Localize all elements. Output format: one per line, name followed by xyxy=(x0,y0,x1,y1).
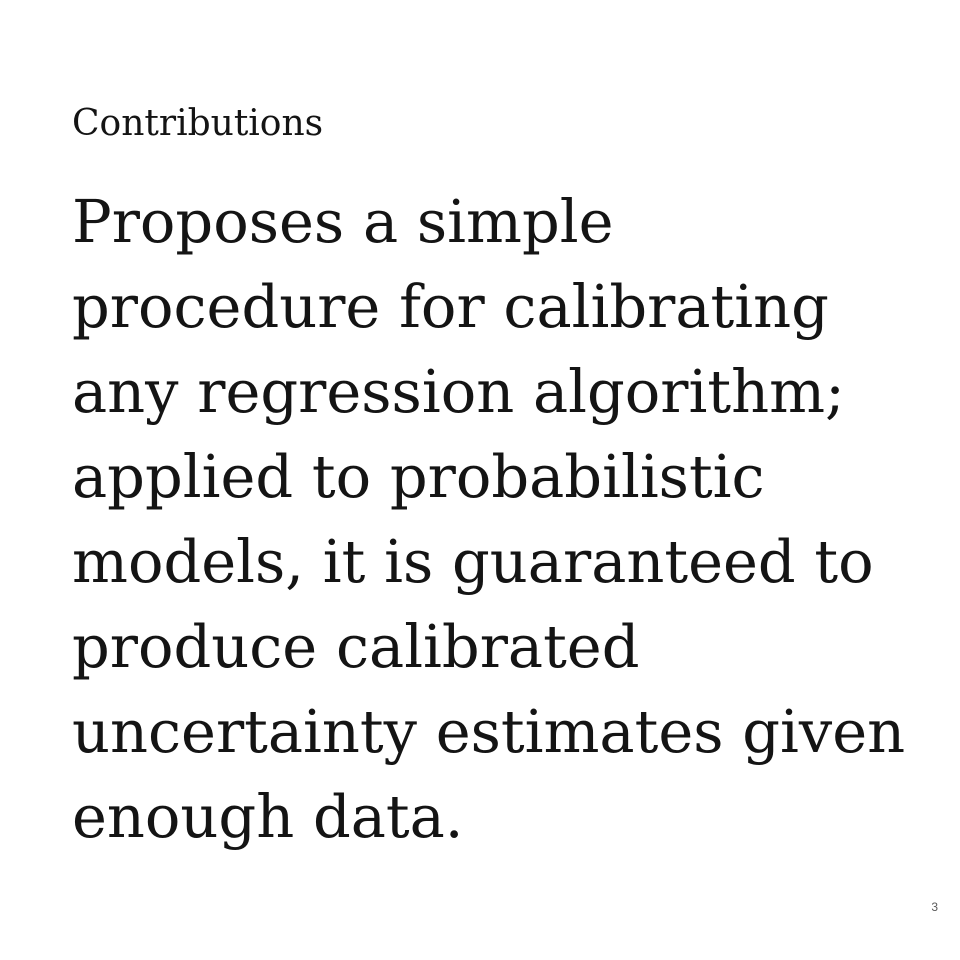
body-line: applied to probabilistic xyxy=(72,442,765,511)
body-line: produce calibrated xyxy=(72,612,640,681)
body-line: any regression algorithm; xyxy=(72,357,845,426)
body-line: enough data. xyxy=(72,782,464,851)
body-line: uncertainty estimates given xyxy=(72,697,906,766)
body-line: Proposes a simple xyxy=(72,187,614,256)
page-number: 3 xyxy=(931,900,938,914)
body-line: procedure for calibrating xyxy=(72,272,829,341)
slide: Contributions Proposes a simple procedur… xyxy=(0,0,960,960)
body-line: models, it is guaranteed to xyxy=(72,527,874,596)
slide-heading: Contributions xyxy=(72,103,324,144)
slide-body-text: Proposes a simple procedure for calibrat… xyxy=(72,179,942,859)
